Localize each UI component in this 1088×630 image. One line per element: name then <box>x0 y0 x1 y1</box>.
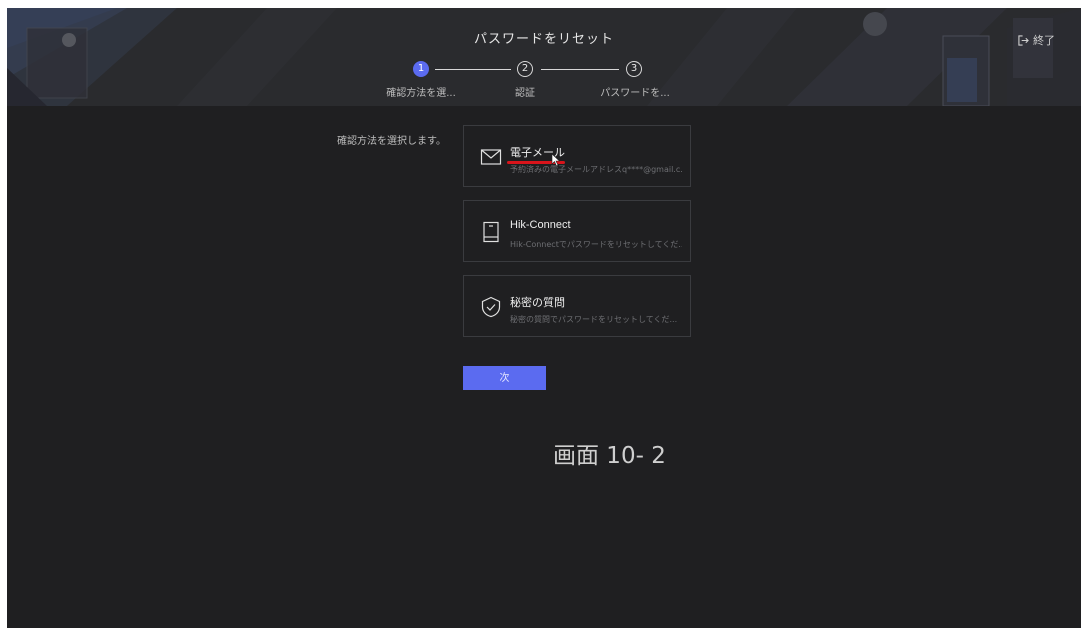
step-2-label: 認証 <box>515 88 535 99</box>
option-security-question-description: 秘密の質問でパスワードをリセットしてくだ... <box>510 315 678 324</box>
mouse-cursor-icon <box>551 153 561 167</box>
mail-icon <box>480 149 502 165</box>
page-title: パスワードをリセット <box>473 32 614 47</box>
option-hik-connect-title: Hik-Connect <box>510 219 571 231</box>
option-hik-connect-description: Hik-Connectでパスワードをリセットしてくだ... <box>510 240 682 249</box>
option-security-question-title: 秘密の質問 <box>510 297 565 309</box>
reset-password-screen: パスワードをリセット 終了 1 2 3 確認方法を選... 認証 パスワードを.… <box>7 8 1081 628</box>
figure-caption: 画面 10- 2 <box>553 443 666 469</box>
shield-check-icon <box>481 296 501 318</box>
step-1-indicator: 1 <box>413 61 429 77</box>
exit-button[interactable]: 終了 <box>1018 32 1055 48</box>
step-connector-2 <box>541 69 619 70</box>
step-3-label: パスワードを... <box>600 88 670 99</box>
step-1-label: 確認方法を選... <box>386 88 456 99</box>
step-2-indicator: 2 <box>517 61 533 77</box>
option-email-description: 予約済みの電子メールアドレスq****@gmail.c... <box>510 165 682 174</box>
option-hik-connect[interactable]: Hik-Connect Hik-Connectでパスワードをリセットしてくだ..… <box>463 200 691 262</box>
header-banner: パスワードをリセット 終了 1 2 3 確認方法を選... 認証 パスワードを.… <box>7 8 1081 106</box>
phone-icon <box>483 221 499 243</box>
exit-icon <box>1018 34 1029 46</box>
verification-prompt: 確認方法を選択します。 <box>337 136 446 147</box>
step-connector-1 <box>435 69 511 70</box>
option-email[interactable]: 電子メール 予約済みの電子メールアドレスq****@gmail.c... <box>463 125 691 187</box>
next-button[interactable]: 次 <box>463 366 546 390</box>
option-security-question[interactable]: 秘密の質問 秘密の質問でパスワードをリセットしてくだ... <box>463 275 691 337</box>
exit-label: 終了 <box>1033 34 1055 47</box>
step-3-indicator: 3 <box>626 61 642 77</box>
